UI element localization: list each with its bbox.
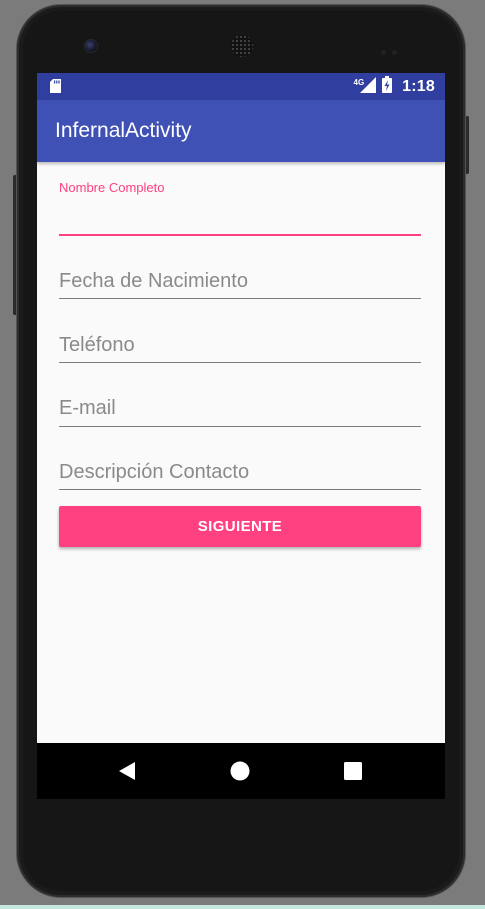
network-type: 4G <box>353 77 365 87</box>
navigation-bar <box>37 743 445 799</box>
app-title: InfernalActivity <box>55 119 192 142</box>
next-button[interactable]: SIGUIENTE <box>59 506 421 547</box>
email-input[interactable] <box>59 393 421 423</box>
sd-card-icon <box>50 79 61 98</box>
email-field <box>59 393 421 427</box>
full-name-label: Nombre Completo <box>59 180 165 195</box>
birth-date-input[interactable] <box>59 266 421 296</box>
contact-description-field <box>59 457 421 491</box>
birth-date-field <box>59 266 421 300</box>
bottom-edge <box>0 905 485 909</box>
battery-charging-icon <box>382 76 393 98</box>
back-icon[interactable] <box>115 759 139 783</box>
front-camera <box>85 40 97 52</box>
status-icons: 4G 1:18 <box>353 76 436 98</box>
full-name-underline <box>59 234 421 236</box>
app-bar: InfernalActivity <box>37 100 445 162</box>
recents-icon[interactable] <box>341 759 365 783</box>
contact-description-input[interactable] <box>59 457 421 487</box>
birth-date-underline <box>59 298 421 299</box>
email-underline <box>59 426 421 427</box>
contact-description-underline <box>59 489 421 490</box>
status-bar: 4G 1:18 <box>37 73 445 100</box>
emulator-stage: 4G 1:18 InfernalActivity Nombre Completo… <box>0 0 485 909</box>
device-screen: 4G 1:18 InfernalActivity Nombre Completo… <box>37 73 445 799</box>
home-icon[interactable] <box>228 759 252 783</box>
earpiece-speaker <box>231 35 253 57</box>
status-clock: 1:18 <box>402 78 435 95</box>
full-name-input[interactable] <box>59 202 421 232</box>
phone-input[interactable] <box>59 330 421 360</box>
full-name-field: Nombre Completo <box>59 180 421 238</box>
phone-underline <box>59 362 421 363</box>
phone-field <box>59 330 421 364</box>
proximity-sensor <box>381 42 403 55</box>
